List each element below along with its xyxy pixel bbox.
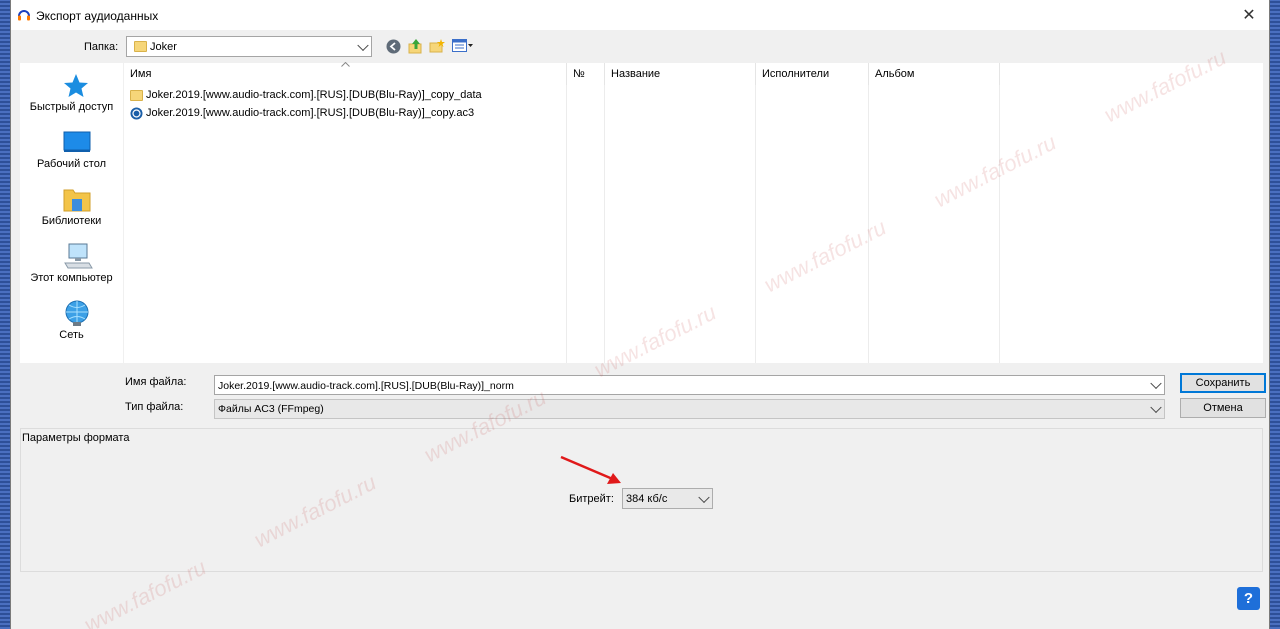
file-row[interactable]: Joker.2019.[www.audio-track.com].[RUS].[… <box>130 104 474 122</box>
close-icon: ✕ <box>1242 7 1256 24</box>
chevron-down-icon <box>1150 377 1162 390</box>
chevron-down-icon <box>357 39 369 51</box>
network-icon <box>65 300 89 326</box>
window-title: Экспорт аудиоданных <box>36 9 159 23</box>
filetype-value: Файлы AC3 (FFmpeg) <box>218 403 324 415</box>
filetype-select[interactable]: Файлы AC3 (FFmpeg) <box>214 399 1165 419</box>
folder-label: Папка: <box>84 41 119 53</box>
file-name: Joker.2019.[www.audio-track.com].[RUS].[… <box>146 89 482 101</box>
column-divider <box>755 85 756 363</box>
column-divider <box>868 85 869 363</box>
chevron-down-icon <box>1150 401 1162 414</box>
column-header-artists[interactable]: Исполнители <box>756 63 869 85</box>
folder-combo-value: Joker <box>150 41 177 53</box>
close-button[interactable]: ✕ <box>1229 0 1269 30</box>
up-folder-icon[interactable] <box>408 38 423 54</box>
red-arrow-annotation <box>560 455 621 484</box>
computer-icon <box>64 243 93 269</box>
star-icon <box>64 74 88 97</box>
filename-input[interactable]: Joker.2019.[www.audio-track.com].[RUS].[… <box>214 375 1165 395</box>
column-divider <box>566 85 567 363</box>
cancel-button[interactable]: Отмена <box>1180 398 1266 418</box>
place-libraries[interactable]: Библиотеки <box>20 185 123 235</box>
help-icon: ? <box>1243 590 1254 607</box>
help-button[interactable]: ? <box>1237 587 1260 610</box>
save-button[interactable]: Сохранить <box>1180 373 1266 393</box>
column-header-label: № <box>573 68 585 80</box>
place-label: Быстрый доступ <box>29 101 114 113</box>
folder-icon <box>134 41 147 52</box>
column-header-label: Название <box>611 68 661 80</box>
file-name: Joker.2019.[www.audio-track.com].[RUS].[… <box>146 107 475 119</box>
column-header-number[interactable]: № <box>567 63 605 85</box>
view-menu-icon[interactable] <box>452 39 474 53</box>
back-icon[interactable] <box>386 39 401 54</box>
places-bar: Быстрый доступ Рабочий стол Библиотеки Э… <box>20 63 123 363</box>
filename-value: Joker.2019.[www.audio-track.com].[RUS].[… <box>218 380 514 392</box>
title-bar: Экспорт аудиоданных ✕ <box>11 0 1269 30</box>
column-divider <box>999 85 1000 363</box>
chevron-down-icon <box>698 491 710 503</box>
file-row[interactable]: Joker.2019.[www.audio-track.com].[RUS].[… <box>130 86 482 104</box>
filetype-label: Тип файла: <box>125 401 184 413</box>
place-quick-access[interactable]: Быстрый доступ <box>20 71 123 121</box>
place-this-pc[interactable]: Этот компьютер <box>20 242 123 292</box>
place-network[interactable]: Сеть <box>20 299 123 349</box>
folder-combo[interactable]: Joker <box>126 36 372 57</box>
bitrate-select[interactable]: 384 кб/с <box>622 488 713 509</box>
folder-icon <box>130 89 143 101</box>
desktop-icon <box>63 131 91 152</box>
place-label: Рабочий стол <box>36 158 107 170</box>
new-folder-icon[interactable] <box>429 38 445 54</box>
bitrate-value: 384 кб/с <box>626 493 668 505</box>
column-header-label: Исполнители <box>762 68 830 80</box>
bitrate-label: Битрейт: <box>569 493 614 505</box>
place-label: Сеть <box>59 329 84 341</box>
column-header-album[interactable]: Альбом <box>869 63 1000 85</box>
column-header-name[interactable]: Имя <box>124 62 567 85</box>
place-label: Библиотеки <box>41 215 102 227</box>
place-label: Этот компьютер <box>30 272 113 284</box>
file-list[interactable]: Имя № Название Исполнители Альбом Joker.… <box>124 62 1263 363</box>
column-header-label: Имя <box>130 68 152 80</box>
sort-up-icon <box>341 62 350 67</box>
place-desktop[interactable]: Рабочий стол <box>20 128 123 178</box>
libraries-icon <box>63 189 91 212</box>
column-divider <box>604 85 605 363</box>
column-header-title[interactable]: Название <box>605 63 756 85</box>
audacity-icon <box>18 10 30 21</box>
audio-file-icon <box>130 107 143 119</box>
format-options-title: Параметры формата <box>22 432 130 444</box>
filename-label: Имя файла: <box>125 376 187 388</box>
column-header-label: Альбом <box>875 68 915 80</box>
export-audio-dialog: Экспорт аудиоданных ✕ Папка: Joker Быстр… <box>10 0 1270 629</box>
